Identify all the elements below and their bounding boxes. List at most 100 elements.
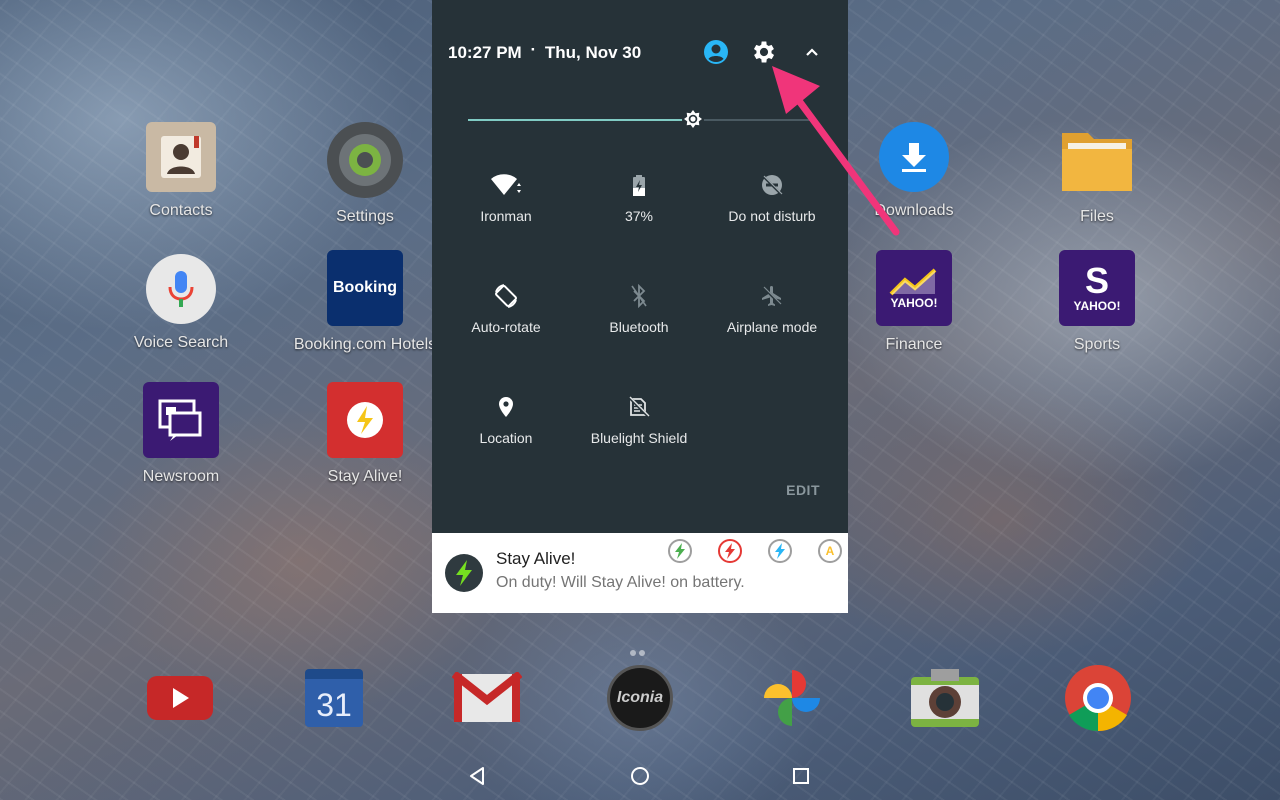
tile-auto-rotate[interactable]: Auto-rotate	[436, 283, 576, 335]
bolt-icon	[456, 560, 472, 586]
app-label: Sports	[1073, 336, 1121, 353]
dock-calendar[interactable]: 31	[296, 660, 372, 736]
edit-tiles-button[interactable]: EDIT	[786, 482, 820, 498]
youtube-icon	[147, 676, 213, 720]
page-indicator	[630, 643, 648, 661]
dock-iconia[interactable]: Iconia	[602, 660, 678, 736]
battery-icon	[569, 172, 709, 198]
iconia-icon: Iconia	[607, 665, 673, 731]
chrome-icon	[1065, 665, 1131, 732]
navigation-bar	[0, 752, 1280, 800]
app-label: Booking.com Hotels	[293, 336, 437, 353]
tile-label: Location	[479, 430, 533, 446]
settings-app-icon	[327, 122, 403, 198]
app-voice-search[interactable]: Voice Search	[106, 254, 256, 352]
notification-title: Stay Alive!	[496, 549, 576, 568]
recents-icon	[793, 768, 809, 784]
bluelight-shield-icon	[569, 394, 709, 420]
user-account-button[interactable]	[702, 38, 730, 66]
action-bolt-blue[interactable]	[768, 539, 792, 563]
calendar-day: 31	[316, 687, 352, 723]
contacts-icon	[146, 122, 216, 192]
brightness-track-fill	[468, 119, 693, 121]
date-text[interactable]: Thu, Nov 30	[545, 43, 641, 62]
recents-button[interactable]	[789, 764, 813, 788]
app-newsroom[interactable]: Newsroom	[106, 382, 256, 486]
account-circle-icon	[704, 40, 728, 64]
app-stay-alive[interactable]: Stay Alive!	[290, 382, 440, 486]
wifi-icon	[436, 172, 576, 198]
clock-time[interactable]: 10:27 PM	[448, 43, 522, 62]
app-sports[interactable]: S YAHOO! Sports	[1022, 250, 1172, 354]
camera-icon	[911, 669, 979, 727]
auto-icon: A	[825, 544, 835, 558]
yahoo-logo-text: YAHOO!	[1073, 299, 1121, 313]
brightness-thumb[interactable]	[681, 108, 705, 132]
app-booking[interactable]: Booking Booking.com Hotels	[290, 250, 440, 354]
time-separator: ·	[530, 40, 537, 59]
booking-icon: Booking	[327, 250, 403, 326]
yahoo-logo-text: YAHOO!	[890, 296, 938, 310]
calendar-icon: 31	[305, 669, 363, 727]
newsroom-icon	[143, 382, 219, 458]
dock-gmail[interactable]	[449, 660, 525, 736]
app-label: Finance	[885, 336, 943, 353]
microphone-icon	[146, 254, 216, 324]
dock-camera[interactable]	[907, 660, 983, 736]
time-date: 10:27 PM · Thu, Nov 30	[448, 40, 641, 63]
action-bolt-green[interactable]	[668, 539, 692, 563]
home-icon	[631, 767, 649, 785]
gmail-icon	[452, 672, 522, 722]
bluetooth-icon	[569, 283, 709, 309]
app-label: Contacts	[149, 202, 213, 219]
airplane-icon	[702, 283, 842, 309]
auto-rotate-icon	[436, 283, 576, 309]
back-button[interactable]	[466, 764, 490, 788]
app-label: Files	[1080, 208, 1114, 225]
tile-label: Bluelight Shield	[590, 430, 688, 446]
back-icon	[470, 767, 484, 785]
tile-wifi[interactable]: Ironman	[436, 172, 576, 224]
notification-app-icon	[445, 554, 483, 592]
app-label: Settings	[336, 208, 394, 225]
tile-bluelight-shield[interactable]: Bluelight Shield	[569, 394, 709, 446]
folder-icon	[1059, 122, 1135, 198]
yahoo-finance-icon: YAHOO!	[876, 250, 952, 326]
dock-photos[interactable]	[754, 660, 830, 736]
app-label: Voice Search	[133, 334, 229, 351]
tile-airplane-mode[interactable]: Airplane mode	[702, 283, 842, 335]
location-icon	[436, 394, 576, 420]
dock-chrome[interactable]	[1060, 660, 1136, 736]
app-label: Newsroom	[142, 468, 220, 485]
iconia-logo-text: Iconia	[616, 689, 664, 706]
notification-stay-alive[interactable]: Stay Alive! On duty! Will Stay Alive! on…	[432, 533, 848, 613]
tile-battery[interactable]: 37%	[569, 172, 709, 224]
bolt-red-icon	[725, 543, 735, 559]
notification-text: On duty! Will Stay Alive! on battery.	[496, 574, 745, 591]
stay-alive-icon	[327, 382, 403, 458]
dock-youtube[interactable]	[142, 660, 218, 736]
app-label: Stay Alive!	[327, 468, 403, 485]
action-auto[interactable]: A	[818, 539, 842, 563]
home-button[interactable]	[628, 764, 652, 788]
action-bolt-red[interactable]	[718, 539, 742, 563]
tile-location[interactable]: Location	[436, 394, 576, 446]
app-contacts[interactable]: Contacts	[106, 122, 256, 220]
bolt-blue-icon	[775, 543, 785, 559]
app-finance[interactable]: YAHOO! Finance	[839, 250, 989, 354]
sports-s-glyph: S	[1084, 260, 1109, 301]
bolt-green-icon	[675, 543, 685, 559]
brightness-icon	[682, 109, 704, 131]
tile-label: Bluetooth	[609, 319, 669, 335]
app-settings[interactable]: Settings	[290, 122, 440, 226]
app-files[interactable]: Files	[1022, 122, 1172, 226]
tile-label: Ironman	[480, 208, 532, 224]
photos-icon	[764, 670, 820, 726]
tile-label: Auto-rotate	[471, 319, 541, 335]
tile-bluetooth[interactable]: Bluetooth	[569, 283, 709, 335]
tile-label: Airplane mode	[726, 319, 818, 335]
tile-label: 37%	[624, 208, 654, 224]
yahoo-sports-icon: S YAHOO!	[1059, 250, 1135, 326]
booking-logo-text: Booking	[333, 279, 397, 296]
annotation-arrow	[772, 66, 900, 236]
